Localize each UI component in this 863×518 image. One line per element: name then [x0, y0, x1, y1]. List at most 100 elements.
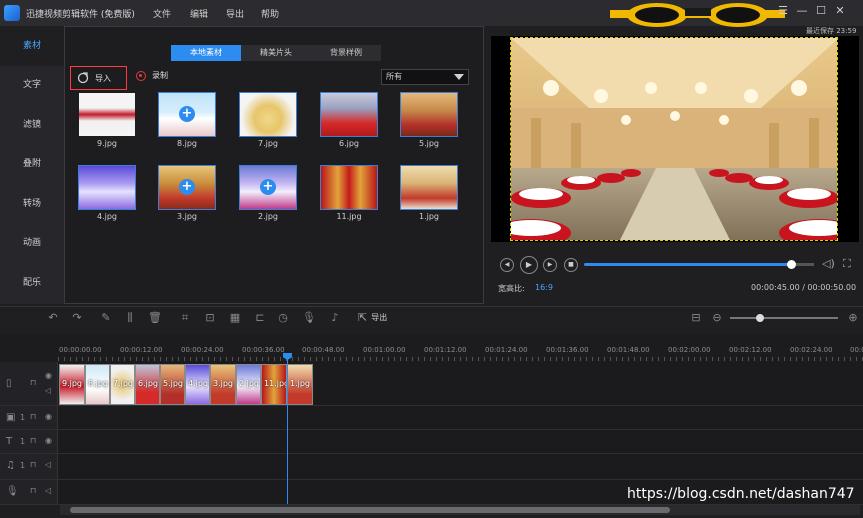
duration-icon[interactable]: ◷ — [276, 311, 290, 325]
tab-local-material[interactable]: 本地素材 — [171, 45, 241, 61]
freeze-icon[interactable]: ⊏ — [253, 311, 267, 325]
timeline-clip[interactable]: 4.jpg — [185, 364, 210, 405]
volume-icon[interactable]: ◁) — [822, 257, 835, 270]
media-thumb-5[interactable]: 5.jpg — [400, 92, 458, 148]
menu-help[interactable]: 帮助 — [261, 7, 279, 20]
delete-icon[interactable]: 🗑 — [148, 311, 162, 325]
mosaic-icon[interactable]: ▦ — [228, 311, 242, 325]
nav-item-text[interactable]: 文字 — [0, 65, 64, 105]
zoom-clip-icon[interactable]: ⊡ — [203, 311, 217, 325]
pip-track: ▣ 1 ⊓ ◉ — [0, 406, 863, 430]
export-icon: ⇱ — [358, 311, 368, 324]
lock-icon[interactable]: ⊓ — [30, 378, 36, 387]
app-title: 迅捷视频剪辑软件 (免费版) — [26, 10, 135, 20]
lock-icon[interactable]: ⊓ — [30, 412, 36, 421]
mute-icon[interactable]: ◁ — [45, 386, 51, 395]
undo-icon[interactable]: ↶ — [46, 311, 60, 325]
media-thumb-1[interactable]: 1.jpg — [400, 165, 458, 221]
media-filename: 5.jpg — [418, 139, 439, 148]
tick-label: 00:01:00.00 — [363, 346, 406, 354]
voice-change-icon[interactable]: ♪ — [328, 311, 342, 325]
mute-icon[interactable]: ◁ — [45, 486, 51, 495]
tick-label: 00:02:00.00 — [668, 346, 711, 354]
minimize-icon[interactable]: — — [795, 4, 809, 18]
eye-icon[interactable]: ◉ — [45, 412, 52, 421]
timeline-clip[interactable]: 7.jpg — [110, 364, 135, 405]
nav-item-filter[interactable]: 滤镜 — [0, 105, 64, 145]
add-icon[interactable]: + — [179, 106, 195, 122]
stop-button[interactable]: ■ — [564, 258, 578, 272]
mute-icon[interactable]: ◁ — [45, 460, 51, 469]
timeline-clip[interactable]: 2.jpg — [236, 364, 261, 405]
lock-icon[interactable]: ⊓ — [30, 436, 36, 445]
media-thumb-11[interactable]: 11.jpg — [320, 165, 378, 221]
prev-frame-button[interactable]: ◀ — [500, 258, 514, 272]
microphone-icon[interactable]: 🎙 — [302, 311, 316, 325]
zoom-out-icon[interactable]: ⊖ — [710, 311, 724, 325]
fullscreen-icon[interactable]: ⛶ — [843, 257, 851, 271]
timeline-clip[interactable]: 6.jpg — [135, 364, 160, 405]
progress-bar[interactable] — [584, 263, 791, 266]
tab-intro-templates[interactable]: 精美片头 — [241, 45, 311, 61]
close-icon[interactable]: ✕ — [833, 4, 847, 18]
add-icon[interactable]: + — [179, 179, 195, 195]
timeline-clip[interactable]: 1.jpg — [287, 364, 313, 405]
export-button[interactable]: ⇱ 导出 — [358, 311, 387, 324]
playhead[interactable] — [287, 354, 288, 504]
timeline-ruler[interactable] — [58, 357, 863, 361]
export-label: 导出 — [371, 313, 388, 322]
eye-icon[interactable]: ◉ — [45, 371, 52, 380]
left-nav: 素材 文字 滤镜 叠附 转场 动画 配乐 — [0, 26, 64, 304]
nav-item-material[interactable]: 素材 — [0, 26, 64, 66]
media-image — [400, 92, 458, 137]
banquet-hall-image — [511, 38, 837, 240]
tab-background-samples[interactable]: 背景样例 — [311, 45, 381, 61]
nav-item-overlay[interactable]: 叠附 — [0, 144, 64, 184]
nav-item-music[interactable]: 配乐 — [0, 263, 64, 303]
add-icon[interactable]: + — [260, 179, 276, 195]
aspect-ratio-value[interactable]: 16:9 — [535, 283, 553, 292]
media-thumb-3[interactable]: + 3.jpg — [158, 165, 216, 221]
timeline-clip[interactable]: 5.jpg — [160, 364, 185, 405]
crop-icon[interactable]: ⌗ — [178, 311, 192, 325]
next-frame-button[interactable]: ▶ — [543, 258, 557, 272]
media-thumb-7[interactable]: 7.jpg — [239, 92, 297, 148]
edit-icon[interactable]: ✎ — [99, 311, 113, 325]
lock-icon[interactable]: ⊓ — [30, 486, 36, 495]
nav-item-animation[interactable]: 动画 — [0, 223, 64, 263]
menu-file[interactable]: 文件 — [153, 7, 171, 20]
progress-handle[interactable] — [787, 260, 796, 269]
timeline-clip[interactable]: 8.jpg — [85, 364, 110, 405]
media-thumb-2[interactable]: + 2.jpg — [239, 165, 297, 221]
split-icon[interactable]: ⫼ — [123, 311, 137, 325]
menu-export[interactable]: 导出 — [226, 7, 244, 20]
zoom-slider[interactable] — [730, 317, 838, 319]
skin-icon[interactable]: ☰ — [776, 4, 790, 18]
media-thumb-8[interactable]: + 8.jpg — [158, 92, 216, 148]
tick-label: 00:00:36.00 — [242, 346, 285, 354]
media-filename: 6.jpg — [338, 139, 359, 148]
play-button[interactable]: ▶ — [520, 256, 538, 274]
tick-label: 00:00:24.00 — [181, 346, 224, 354]
record-button[interactable]: 录制 — [136, 70, 168, 81]
lock-icon[interactable]: ⊓ — [30, 460, 36, 469]
import-button[interactable]: 导入 — [70, 66, 127, 90]
nav-item-transition[interactable]: 转场 — [0, 184, 64, 224]
fit-timeline-icon[interactable]: ⊟ — [689, 311, 703, 325]
menu-edit[interactable]: 编辑 — [190, 7, 208, 20]
timeline-clip[interactable]: 3.jpg — [210, 364, 236, 405]
tick-label: 00:00:00.00 — [59, 346, 102, 354]
media-thumb-6[interactable]: 6.jpg — [320, 92, 378, 148]
media-filename: 4.jpg — [96, 212, 117, 221]
media-thumb-9[interactable]: 9.jpg — [78, 92, 136, 148]
filter-select[interactable]: 所有 — [381, 69, 469, 85]
timeline-clip[interactable]: 11.jpg — [261, 364, 287, 405]
eye-icon[interactable]: ◉ — [45, 436, 52, 445]
maximize-icon[interactable]: ☐ — [814, 4, 828, 18]
zoom-slider-handle[interactable] — [756, 314, 764, 322]
timeline-scrollbar-thumb[interactable] — [70, 507, 670, 513]
timeline-clip[interactable]: 9.jpg — [59, 364, 85, 405]
media-thumb-4[interactable]: 4.jpg — [78, 165, 136, 221]
redo-icon[interactable]: ↷ — [70, 311, 84, 325]
zoom-in-icon[interactable]: ⊕ — [846, 311, 860, 325]
